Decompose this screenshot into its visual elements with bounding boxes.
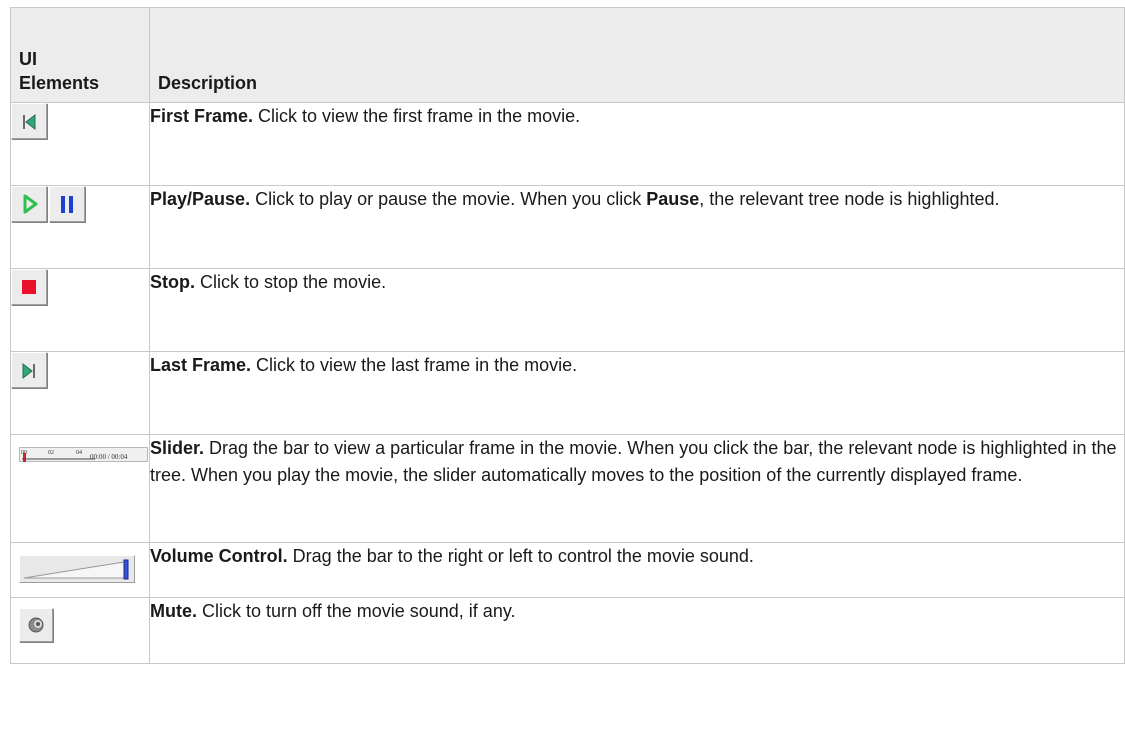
table-row: First Frame. Click to view the first fra…: [10, 102, 1125, 186]
row-title: Slider.: [150, 438, 205, 458]
mute-button[interactable]: [19, 608, 53, 642]
row-title: Last Frame.: [150, 355, 252, 375]
volume-control[interactable]: [19, 555, 135, 583]
volume-control-icon: [23, 559, 129, 580]
table-row: Last Frame. Click to view the last frame…: [10, 351, 1125, 435]
play-icon: [23, 194, 38, 214]
slider-time-readout: 00:00 / 00:04: [90, 453, 128, 461]
pause-button[interactable]: [49, 186, 85, 222]
row-text: Drag the bar to view a particular frame …: [150, 438, 1117, 485]
row-title: Mute.: [150, 601, 197, 621]
slider-control[interactable]: 00 02 04 00:00 / 00:04: [19, 447, 148, 462]
table-row: 00 02 04 00:00 / 00:04 Slider. Drag the …: [10, 434, 1125, 543]
pause-keyword: Pause: [646, 189, 700, 209]
row-title: Volume Control.: [150, 546, 288, 566]
last-frame-icon: [22, 362, 35, 380]
stop-button[interactable]: [11, 269, 47, 305]
header-ui-elements: UI Elements: [10, 7, 150, 103]
slider-tick-label: 02: [48, 450, 54, 456]
slider-tick-label: 04: [76, 450, 82, 456]
row-text-tail: , the relevant tree node is highlighted.: [699, 189, 1000, 209]
volume-thumb[interactable]: [123, 559, 129, 580]
row-text: Click to play or pause the movie. When y…: [250, 189, 647, 209]
row-text: Click to turn off the movie sound, if an…: [197, 601, 516, 621]
last-frame-button[interactable]: [11, 352, 47, 388]
mute-icon: [28, 617, 44, 633]
row-text: Click to stop the movie.: [195, 272, 387, 292]
header-ui-label: UI: [19, 49, 37, 69]
ui-elements-table: UI Elements Description First Frame. Clic…: [10, 7, 1125, 664]
row-title: First Frame.: [150, 106, 254, 126]
pause-icon: [61, 196, 73, 213]
play-pause-group: [11, 186, 85, 222]
first-frame-button[interactable]: [11, 103, 47, 139]
header-elements-label: Elements: [19, 73, 100, 93]
row-title: Play/Pause.: [150, 189, 251, 209]
first-frame-icon: [23, 113, 36, 131]
row-text: Click to view the last frame in the movi…: [251, 355, 578, 375]
slider-thumb[interactable]: [23, 453, 26, 462]
table-row: Mute. Click to turn off the movie sound,…: [10, 597, 1125, 664]
stop-icon: [22, 280, 36, 294]
slider-icon: 00 02 04 00:00 / 00:04: [21, 450, 128, 462]
row-title: Stop.: [150, 272, 195, 292]
table-row: Play/Pause. Click to play or pause the m…: [10, 185, 1125, 269]
play-button[interactable]: [11, 186, 47, 222]
table-row: Volume Control. Drag the bar to the righ…: [10, 542, 1125, 598]
row-text: Drag the bar to the right or left to con…: [287, 546, 754, 566]
row-text: Click to view the first frame in the mov…: [253, 106, 581, 126]
header-description: Description: [149, 7, 1125, 103]
table-header-row: UI Elements Description: [10, 7, 1125, 103]
table-row: Stop. Click to stop the movie.: [10, 268, 1125, 352]
